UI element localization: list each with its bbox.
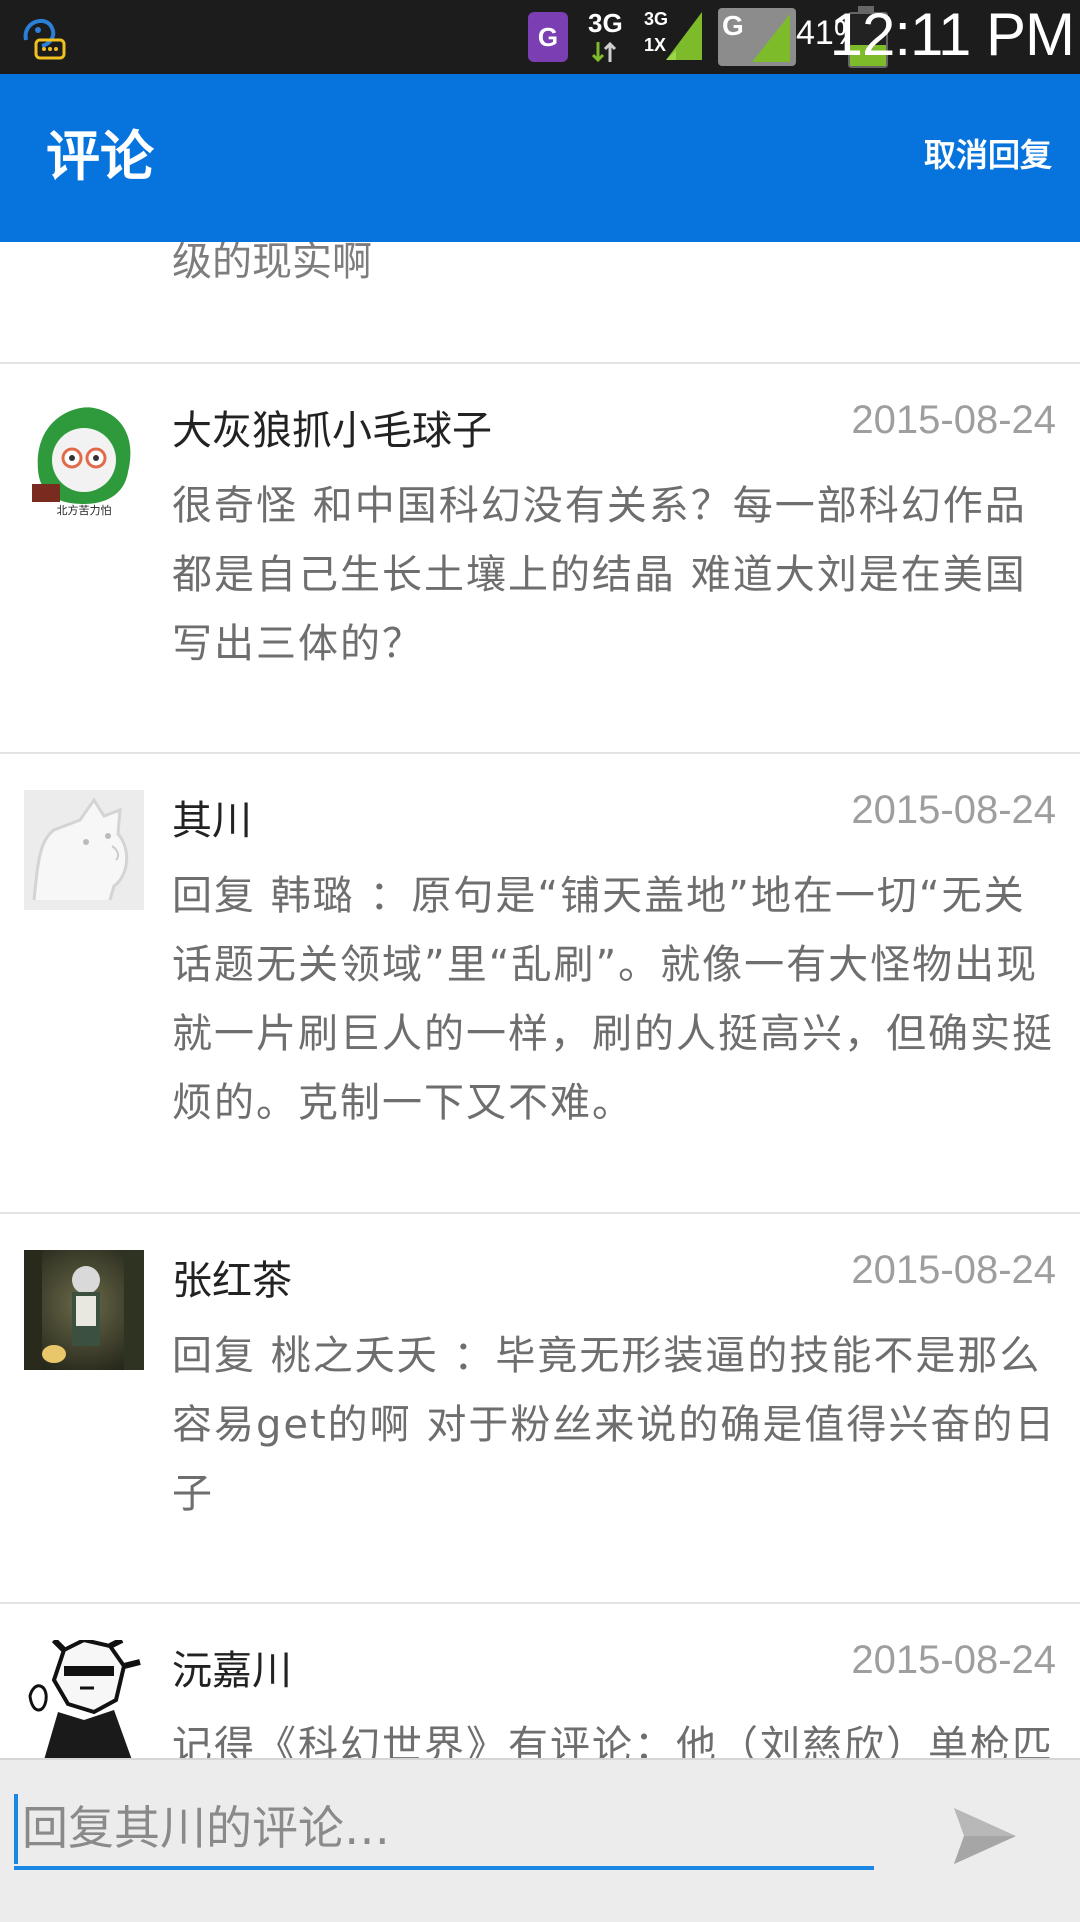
app-badge-icon: G [528,12,568,62]
comment-item[interactable]: 北方苦力怕 大灰狼抓小毛球子 2015-08-24 很奇怪 和中国科幻没有关系？… [0,364,1080,752]
anime-character-avatar-image [24,1250,144,1370]
avatar-label: 北方苦力怕 [57,503,112,517]
cancel-reply-button[interactable]: 取消回复 [924,130,1052,176]
app-bar: 评论 取消回复 [0,74,1080,242]
comment-author[interactable]: 其川 [172,788,252,846]
manga-character-avatar-image [24,1640,144,1758]
comment-content: 很奇怪 和中国科幻没有关系？每一部科幻作品都是自己生长土壤上的结晶 难道大刘是在… [172,483,1027,667]
send-icon [954,1808,1016,1864]
comment-list[interactable]: 级的现实啊 北方苦力怕 大灰狼抓小毛球子 2015-08-24 很奇怪 和中国科… [0,242,1080,1758]
avatar[interactable] [24,790,144,910]
comment-item[interactable]: 其川 2015-08-24 回复 韩璐 ：原句是“铺天盖地”地在一切“无关话题无… [0,754,1080,1212]
comment-content: 记得《科幻世界》有评论：他（刘慈欣）单枪匹 [172,1723,1054,1758]
avatar[interactable] [24,1640,144,1758]
status-bar: G 3G 3G 1X G 41% 12:11 PM [0,0,1080,74]
comment-content: 回复 韩璐 ：原句是“铺天盖地”地在一切“无关话题无关领域”里“乱刷”。就像一有… [172,873,1054,1126]
send-button[interactable] [950,1802,1020,1872]
reply-bar [0,1758,1080,1922]
comment-author[interactable]: 大灰狼抓小毛球子 [172,398,492,456]
page-title: 评论 [46,125,154,188]
comment-date: 2015-08-24 [851,398,1056,442]
network-type-small-bottom: 1X [644,35,667,55]
comment-date: 2015-08-24 [851,1638,1056,1682]
data-arrows-icon [592,41,617,63]
comment-item[interactable]: 沅嘉川 2015-08-24 记得《科幻世界》有评论：他（刘慈欣）单枪匹 [0,1604,1080,1758]
comment-author[interactable]: 沅嘉川 [172,1638,292,1696]
signal-box-label: G [722,10,744,41]
partial-comment-text: 级的现实啊 [172,242,372,285]
clock: 12:11 PM [829,1,1075,68]
signal-strength-icon [666,12,702,60]
comment-date: 2015-08-24 [851,1248,1056,1292]
avatar[interactable]: 北方苦力怕 [24,400,144,520]
comment-date: 2015-08-24 [851,788,1056,832]
comment-content: 回复 桃之夭夭 ：毕竟无形装逼的技能不是那么容易get的啊 对于粉丝来说的确是值… [172,1333,1057,1517]
signal-strength-icon-2 [752,14,790,62]
network-type: 3G [588,8,623,38]
creeper-avatar-image: 北方苦力怕 [24,400,144,520]
avatar[interactable] [24,1250,144,1370]
default-dog-avatar-image [24,790,144,910]
text-cursor [14,1794,18,1864]
reply-input[interactable] [14,1790,874,1870]
comment-author[interactable]: 张红茶 [172,1248,292,1306]
comment-item[interactable]: 张红茶 2015-08-24 回复 桃之夭夭 ：毕竟无形装逼的技能不是那么容易g… [0,1214,1080,1602]
chat-notification-icon [23,18,66,60]
